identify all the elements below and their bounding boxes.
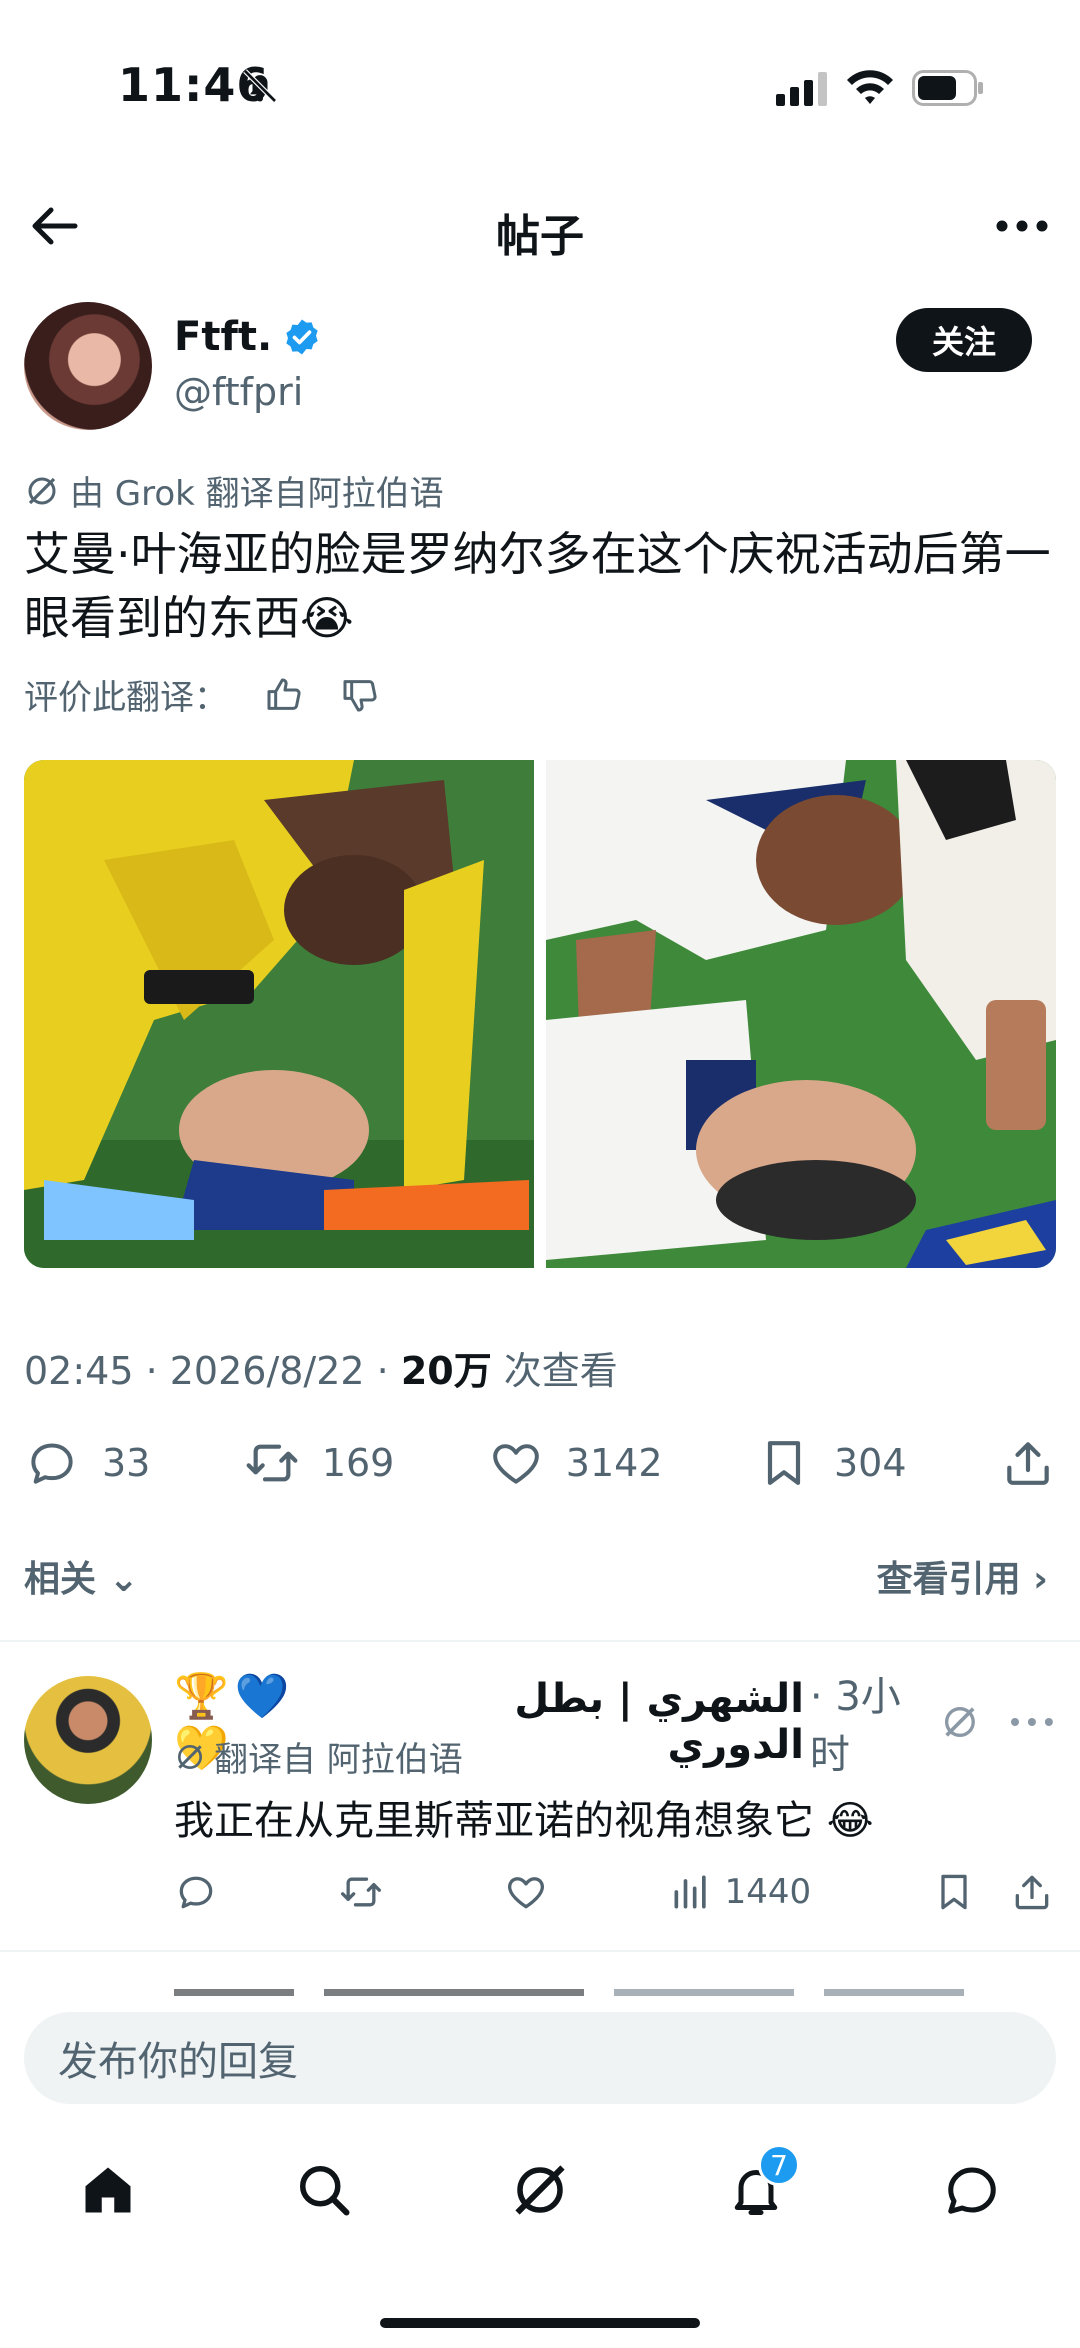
home-indicator [380, 2318, 700, 2328]
reply-share-button[interactable] [1010, 1870, 1054, 1914]
views-label: 次查看 [491, 1349, 618, 1393]
post-text: 艾曼·叶海亚的脸是罗纳尔多在这个庆祝活动后第一眼看到的东西😭 [24, 527, 1051, 645]
nav-search[interactable] [284, 2150, 364, 2230]
more-horizontal-icon [996, 220, 1048, 232]
nav-messages[interactable] [932, 2150, 1012, 2230]
clipped-text-shape [174, 1989, 964, 1996]
analytics-icon [674, 1875, 706, 1909]
search-icon [300, 2166, 350, 2216]
notifications-badge: 7 [758, 2144, 800, 2186]
author-display-name[interactable]: Ftft. [174, 314, 322, 360]
repost-count: 169 [321, 1441, 395, 1485]
translation-note[interactable]: 由 Grok 翻译自阿拉伯语 [24, 466, 444, 515]
repost-button[interactable]: 169 [244, 1435, 395, 1491]
grok-icon [28, 477, 56, 504]
reply-repost-button[interactable] [339, 1870, 383, 1914]
thumbs-down-icon[interactable] [340, 675, 380, 715]
more-horizontal-icon[interactable] [1010, 1712, 1054, 1732]
photo-illustration [546, 760, 1056, 1268]
like-count: 3142 [565, 1441, 663, 1485]
author-name-text: Ftft. [174, 314, 273, 360]
bookmark-button[interactable]: 304 [756, 1435, 907, 1491]
reply-views-count: 1440 [724, 1872, 812, 1912]
page-title: 帖子 [496, 211, 584, 262]
repost-icon [340, 1877, 381, 1907]
reply-icon [179, 1876, 213, 1909]
share-icon [1007, 1442, 1049, 1485]
photo-illustration [24, 760, 534, 1268]
next-reply-peek [174, 1982, 974, 1996]
post-image-2[interactable] [546, 760, 1056, 1268]
post-actions: 33 169 3142 304 [24, 1428, 1056, 1498]
follow-button[interactable]: 关注 [896, 308, 1032, 372]
chat-bubble-icon [948, 2167, 996, 2214]
related-label: 相关 [24, 1559, 97, 1600]
heart-icon [493, 1444, 539, 1484]
battery-icon [912, 70, 983, 106]
views-count: 20万 [400, 1349, 492, 1393]
reply-text: 我正在从克里斯蒂亚诺的视角想象它 😂 [174, 1798, 874, 1844]
reply-actions: 1440 [174, 1862, 1054, 1922]
reply-translation-text: 翻译自 阿拉伯语 [214, 1740, 463, 1780]
thumbs-up-icon[interactable] [264, 675, 304, 715]
status-bar: 11:46 [0, 0, 1080, 160]
reply-reply-button[interactable] [174, 1870, 218, 1914]
reply-avatar[interactable] [24, 1676, 152, 1804]
reply-time: · 3小时 [809, 1674, 901, 1778]
reply-button[interactable]: 33 [24, 1435, 150, 1491]
grok-icon [178, 1744, 202, 1769]
post-timestamp: 02:45 · 2026/8/22 · [24, 1349, 401, 1393]
more-options-button[interactable] [990, 202, 1054, 250]
reply-actions-right [932, 1870, 1054, 1914]
grok-icon[interactable] [940, 1702, 980, 1742]
related-row: 相关 ⌄ 查看引用 › [24, 1550, 1048, 1602]
divider [0, 1640, 1080, 1642]
share-button[interactable] [1000, 1435, 1056, 1491]
wifi-icon [847, 70, 893, 104]
bookmark-count: 304 [833, 1441, 907, 1485]
reply-translation-note[interactable]: 翻译自 阿拉伯语 [174, 1732, 463, 1781]
top-app-bar: 帖子 [0, 170, 1080, 280]
divider [0, 1950, 1080, 1952]
post-image-1[interactable] [24, 760, 534, 1268]
reply-like-button[interactable] [504, 1870, 548, 1914]
related-dropdown[interactable]: 相关 ⌄ [24, 1550, 139, 1602]
heart-icon [507, 1877, 544, 1909]
chevron-right-icon: › [1033, 1559, 1048, 1600]
nav-notifications[interactable]: 7 [716, 2144, 800, 2230]
bookmark-icon [941, 1874, 967, 1910]
reply-icon [31, 1443, 73, 1484]
signal-icon [776, 72, 827, 106]
bell-off-icon [243, 69, 277, 103]
nav-grok[interactable] [500, 2150, 580, 2230]
chevron-down-icon: ⌄ [108, 1559, 139, 1600]
reply-views-button[interactable]: 1440 [669, 1870, 812, 1914]
nav-home[interactable] [68, 2150, 148, 2230]
bookmark-icon [767, 1441, 801, 1485]
author-avatar[interactable] [24, 302, 152, 430]
author-handle[interactable]: @ftfpri [174, 370, 303, 414]
post-meta: 02:45 · 2026/8/22 · 20万 次查看 [24, 1340, 618, 1395]
rate-translation-label: 评价此翻译： [24, 678, 228, 718]
verified-badge-icon [286, 319, 318, 355]
bottom-navigation: 7 [0, 2130, 1080, 2250]
repost-icon [246, 1444, 298, 1482]
rate-translation: 评价此翻译： [24, 670, 380, 719]
share-icon [1015, 1875, 1049, 1910]
view-quotes-link[interactable]: 查看引用 › [877, 1550, 1048, 1602]
translation-note-text: 由 Grok 翻译自阿拉伯语 [70, 474, 444, 514]
view-quotes-label: 查看引用 [876, 1559, 1021, 1600]
reply-count: 33 [102, 1441, 151, 1485]
grok-icon [515, 2165, 565, 2215]
reply-bookmark-button[interactable] [932, 1870, 976, 1914]
like-button[interactable]: 3142 [488, 1435, 663, 1491]
reply-composer-input[interactable]: 发布你的回复 [24, 2012, 1056, 2104]
home-icon [85, 2167, 131, 2213]
